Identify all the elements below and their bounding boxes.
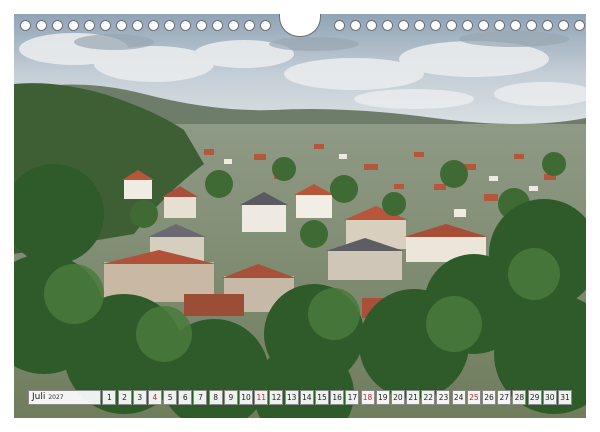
- binding-hole: [398, 20, 409, 31]
- day-cell: 15: [314, 390, 329, 405]
- binding-hole: [260, 20, 271, 31]
- day-cell: 10: [239, 390, 254, 405]
- day-cell: 9: [223, 390, 238, 405]
- month-name: Juli: [32, 392, 46, 402]
- binding-hole: [228, 20, 239, 31]
- binding-hole: [180, 20, 191, 31]
- day-cell: 18: [360, 390, 375, 405]
- day-cell: 14: [299, 390, 314, 405]
- day-cell: 5: [163, 390, 178, 405]
- day-cell: 1: [102, 390, 117, 405]
- binding-hole: [132, 20, 143, 31]
- binding-hole: [244, 20, 255, 31]
- calendar-page: Juli 2027 1 2 3 4 5 6 7 8 9 10 11 12 13 14 15 16 17 18 19 2…: [0, 0, 600, 432]
- binding-hole: [36, 20, 47, 31]
- binding-hole: [20, 20, 31, 31]
- day-cell: 28: [512, 390, 527, 405]
- day-cell: 31: [557, 390, 572, 405]
- binding-hole: [542, 20, 553, 31]
- day-cell: 13: [284, 390, 299, 405]
- day-cell: 19: [375, 390, 390, 405]
- binding-hole: [100, 20, 111, 31]
- binding-hole: [494, 20, 505, 31]
- binding-hole: [52, 20, 63, 31]
- binding-hole: [446, 20, 457, 31]
- day-cell: 6: [178, 390, 193, 405]
- day-cell: 3: [132, 390, 147, 405]
- binding-hole: [350, 20, 361, 31]
- binding-hole: [84, 20, 95, 31]
- day-cell: 30: [542, 390, 557, 405]
- year-label: 2027: [48, 394, 64, 401]
- day-cell: 20: [390, 390, 405, 405]
- binding-hole: [148, 20, 159, 31]
- date-strip: Juli 2027 1 2 3 4 5 6 7 8 9 10 11 12 13 14 15 16 17 18 19 2…: [28, 390, 572, 405]
- day-cell: 29: [527, 390, 542, 405]
- day-cell: 8: [208, 390, 223, 405]
- day-cell: 27: [497, 390, 512, 405]
- binding-hole: [366, 20, 377, 31]
- day-cell: 7: [193, 390, 208, 405]
- binding-hole: [382, 20, 393, 31]
- day-cell: 12: [269, 390, 284, 405]
- binding-hole: [116, 20, 127, 31]
- binding-hole: [334, 20, 345, 31]
- month-label: Juli 2027: [28, 390, 102, 405]
- landscape-photo: [14, 14, 586, 418]
- binding-hole: [414, 20, 425, 31]
- day-cell: 4: [147, 390, 162, 405]
- binding-hole: [510, 20, 521, 31]
- binding-hole: [462, 20, 473, 31]
- day-cell: 21: [406, 390, 421, 405]
- binding-hole: [526, 20, 537, 31]
- day-cell: 2: [117, 390, 132, 405]
- spiral-binding: [0, 4, 600, 37]
- day-cell: 23: [436, 390, 451, 405]
- day-cell: 16: [330, 390, 345, 405]
- day-cell: 22: [421, 390, 436, 405]
- binding-hole: [164, 20, 175, 31]
- binding-hole: [478, 20, 489, 31]
- binding-hole: [212, 20, 223, 31]
- binding-hole: [430, 20, 441, 31]
- binding-hole: [558, 20, 569, 31]
- day-cell: 25: [466, 390, 481, 405]
- day-cell: 26: [482, 390, 497, 405]
- day-cell: 11: [254, 390, 269, 405]
- binding-hole: [196, 20, 207, 31]
- day-cell: 24: [451, 390, 466, 405]
- day-cell: 17: [345, 390, 360, 405]
- binding-hole: [68, 20, 79, 31]
- binding-hole: [574, 20, 585, 31]
